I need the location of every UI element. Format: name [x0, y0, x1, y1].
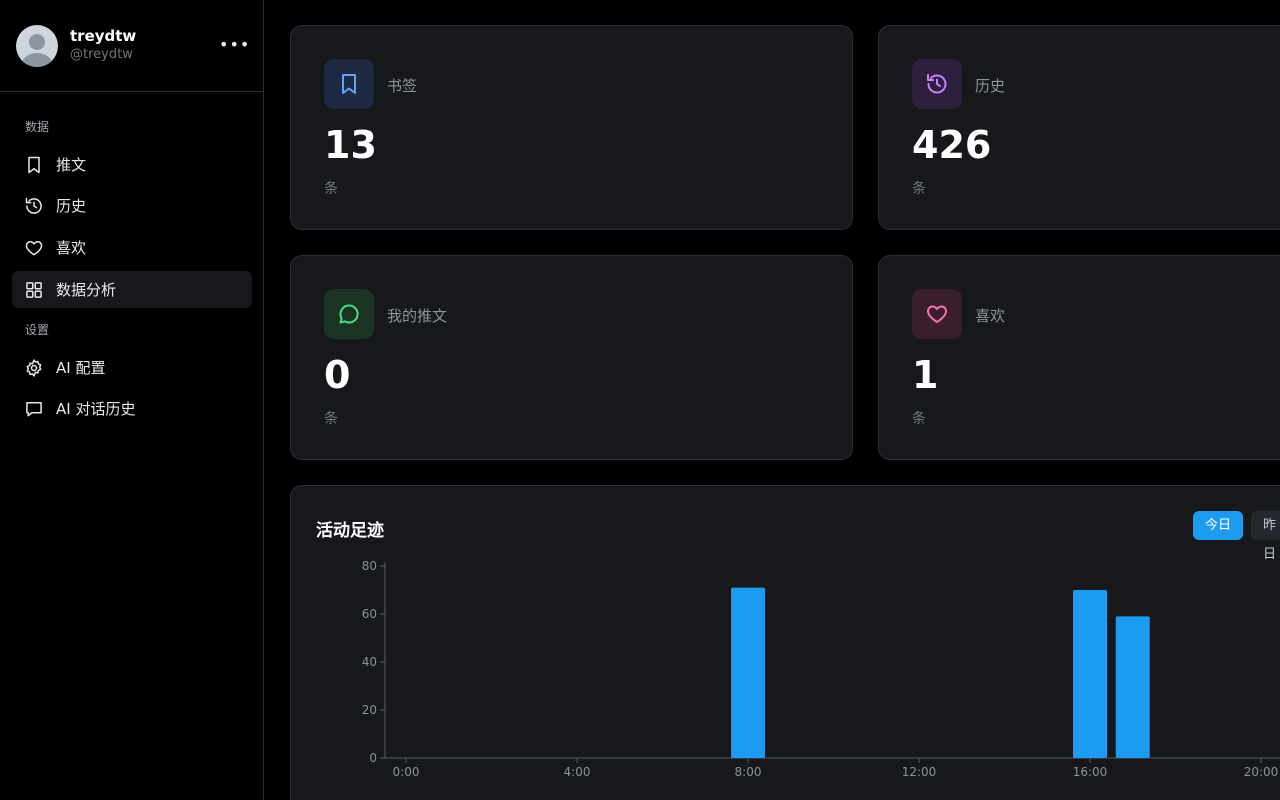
sidebar-item-analytics[interactable]: 数据分析 — [12, 271, 252, 308]
chat-icon — [26, 401, 42, 416]
x-tick-label: 4:00 — [564, 765, 591, 779]
section-label-settings: 设置 — [25, 323, 50, 337]
y-tick-label: 0 — [369, 751, 377, 765]
stat-value: 1 — [912, 353, 939, 397]
stat-title: 书签 — [387, 77, 418, 95]
activity-chart-card: 活动足迹 今日 昨日 0 20 40 60 80 0:00 4:00 8:00 12:00 16:… — [290, 485, 1280, 800]
heart-icon — [25, 240, 43, 255]
stat-value: 0 — [324, 353, 351, 397]
more-options-icon[interactable]: ••• — [219, 36, 249, 56]
y-tick-label: 60 — [362, 607, 377, 621]
sidebar-item-ai-config[interactable]: AI 配置 — [12, 349, 252, 386]
y-tick-label: 40 — [362, 655, 377, 669]
x-tick-label: 0:00 — [393, 765, 420, 779]
sidebar-item-history[interactable]: 历史 — [12, 187, 252, 224]
sidebar-item-tweets[interactable]: 推文 — [12, 146, 252, 183]
y-tick-label: 20 — [362, 703, 377, 717]
profile-name: treydtw — [70, 27, 137, 45]
sidebar-item-ai-chat-history[interactable]: AI 对话历史 — [12, 390, 252, 427]
chat-bubble-icon — [324, 289, 374, 339]
sidebar-item-label: AI 对话历史 — [56, 399, 136, 418]
sidebar-item-label: AI 配置 — [56, 358, 106, 377]
stat-title: 喜欢 — [975, 307, 1006, 325]
profile-handle: @treydtw — [70, 47, 133, 62]
sidebar-item-label: 喜欢 — [56, 238, 87, 257]
heart-icon — [912, 289, 962, 339]
stat-unit: 条 — [324, 181, 338, 197]
x-tick-label: 12:00 — [902, 765, 937, 779]
x-tick-label: 20:00 — [1244, 765, 1279, 779]
stat-title: 我的推文 — [387, 307, 448, 325]
stat-card-likes: 喜欢 1 条 — [878, 255, 1280, 460]
chart-bar — [1115, 616, 1150, 758]
stat-value: 426 — [912, 123, 992, 167]
stat-unit: 条 — [912, 181, 926, 197]
stat-card-history: 历史 426 条 — [878, 25, 1280, 230]
y-tick-label: 80 — [362, 559, 377, 573]
x-tick-label: 16:00 — [1073, 765, 1108, 779]
sidebar-item-label: 历史 — [56, 196, 87, 215]
stat-card-my-tweets: 我的推文 0 条 — [290, 255, 853, 460]
gear-icon — [26, 358, 42, 377]
sidebar-item-label: 数据分析 — [56, 280, 117, 299]
activity-bar-chart: 0 20 40 60 80 0:00 4:00 8:00 12:00 16:00 20:00 — [362, 559, 1280, 779]
history-icon — [25, 197, 42, 214]
chart-bar — [731, 587, 765, 758]
dashboard-icon — [26, 281, 42, 298]
chart-bar — [1073, 590, 1107, 758]
x-tick-label: 8:00 — [735, 765, 762, 779]
stat-title: 历史 — [975, 77, 1006, 95]
history-icon — [912, 59, 962, 109]
stat-value: 13 — [324, 123, 377, 167]
avatar[interactable] — [16, 24, 58, 67]
sidebar-item-likes[interactable]: 喜欢 — [12, 229, 252, 266]
bookmark-icon — [324, 59, 374, 109]
stat-card-bookmarks: 书签 13 条 — [290, 25, 853, 230]
stat-unit: 条 — [324, 411, 338, 427]
sidebar-item-label: 推文 — [56, 155, 87, 174]
stat-unit: 条 — [912, 411, 926, 427]
main-content: 书签 13 条 历史 426 条 我的推文 0 条 喜欢 1 条 活动足迹 今日… — [265, 0, 1280, 800]
bookmark-icon — [28, 156, 40, 173]
sidebar: treydtw @treydtw ••• 数据 推文 历史 喜欢 数据分析 设置… — [0, 0, 264, 800]
profile-header[interactable]: treydtw @treydtw ••• — [0, 0, 263, 92]
section-label-data: 数据 — [25, 120, 50, 134]
